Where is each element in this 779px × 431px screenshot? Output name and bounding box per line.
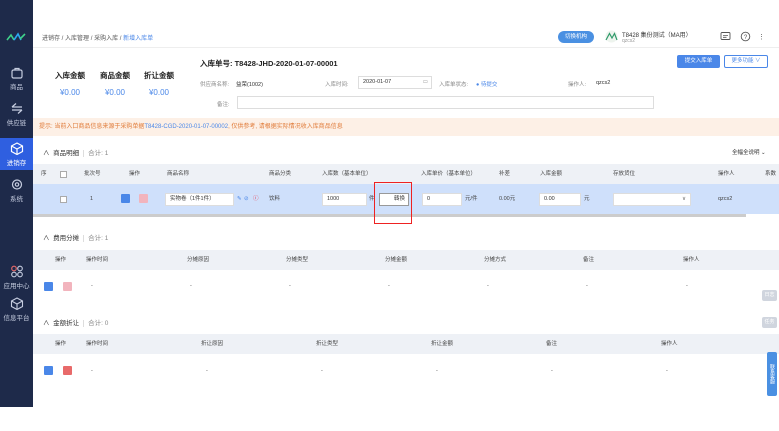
bag-icon (10, 67, 23, 79)
customer-service-button[interactable]: 联系客服 (767, 352, 777, 396)
order-number: 入库单号: T8428-JHD-2020-01-07-00001 (200, 59, 338, 68)
sidebar-item-info-platform[interactable]: 信息平台 (0, 297, 33, 325)
logo-icon (6, 32, 26, 41)
breadcrumb-item[interactable]: 进销存 (42, 36, 60, 42)
goods-section-title[interactable]: ∧ 商品明细 合计: 1 (43, 147, 109, 157)
product-name-input[interactable]: 实物卷（1件1件） (165, 193, 234, 206)
cost-section-title[interactable]: ∧ 费用分摊 合计: 1 (43, 232, 109, 242)
org-user: qzcs2 (622, 38, 636, 44)
quantity-input[interactable]: 1000 (322, 193, 367, 206)
row-checkbox[interactable] (60, 196, 67, 203)
sidebar: 商品 供应链 进销存 系统 应用中心 信息平台 (0, 0, 33, 431)
more-menu-icon[interactable]: ⋮ (758, 33, 765, 41)
add-row-button[interactable] (121, 194, 130, 203)
add-discount-button[interactable] (44, 366, 53, 375)
goods-table-header: 序 批次号 操作 商品名称 商品分类 入库数（基本单位） 入库单价（基本单位） … (33, 164, 779, 184)
location-select[interactable]: ∨ (613, 193, 691, 206)
message-icon[interactable] (720, 31, 731, 42)
supplier-label: 供应商名称: (200, 82, 230, 88)
task-float-button[interactable]: 任务 (762, 317, 777, 328)
link-icon[interactable]: ⊘ (244, 184, 249, 214)
summary-goods-amount: 商品金额 ¥0.00 (100, 71, 130, 97)
sidebar-item-label: 商品 (10, 84, 23, 91)
svg-text:?: ? (744, 35, 748, 41)
chevron-down-icon: ∨ (681, 196, 686, 202)
sidebar-item-goods[interactable]: 商品 (0, 66, 33, 94)
table-row: - - - - - - (33, 360, 779, 382)
org-logo-icon (605, 30, 618, 43)
sidebar-item-label: 供应链 (6, 120, 27, 127)
exchange-icon (11, 103, 22, 114)
box-icon (10, 297, 23, 310)
table-row: - - - - - - - (33, 276, 779, 296)
add-cost-button[interactable] (44, 282, 53, 291)
discount-table-header: 操作 操作时间 折让原因 折让类型 折让金额 备注 操作人 (33, 334, 779, 354)
cost-table-header: 操作 操作时间 分摊原因 分摊类型 分摊金额 分摊方式 备注 操作人 (33, 250, 779, 270)
apps-icon (10, 265, 23, 278)
source-order-link[interactable]: T8428-CGD-2020-01-07-00002 (144, 124, 228, 130)
submit-inbound-button[interactable]: 提交入库单 (677, 55, 720, 68)
more-functions-button[interactable]: 更多功能 ∨ (724, 55, 768, 68)
bottom-area (0, 407, 779, 431)
unit-price-input[interactable]: 0 (422, 193, 462, 206)
summary-discount-amount: 折让金额 ¥0.00 (144, 71, 174, 97)
switch-org-button[interactable]: 切换机构 (558, 31, 594, 43)
delete-row-button[interactable] (139, 194, 148, 203)
notice-bar: 提示: 当前入口商品信息来源于采购单据T8428-CGD-2020-01-07-… (33, 118, 779, 136)
collapse-icon[interactable]: ∧ (43, 320, 50, 327)
help-icon[interactable]: ? (740, 31, 751, 42)
amount-input[interactable]: 0.00 (539, 193, 581, 206)
breadcrumb-item[interactable]: 采购入库 (94, 36, 118, 42)
info-icon[interactable]: ⓘ (253, 184, 259, 214)
select-all-checkbox[interactable] (60, 171, 67, 178)
sidebar-item-inventory[interactable]: 进销存 (0, 138, 33, 170)
operator-value: qzcs2 (596, 80, 611, 86)
delete-cost-button[interactable] (63, 282, 72, 291)
sidebar-item-label: 进销存 (6, 160, 27, 167)
column-settings-link[interactable]: 全幅全说明 ⌄ (732, 148, 766, 156)
gear-icon (11, 179, 22, 190)
calendar-icon: ▭ (422, 79, 428, 85)
delete-discount-button[interactable] (63, 366, 72, 375)
operator-label: 操作人: (568, 82, 587, 88)
sidebar-item-app-center[interactable]: 应用中心 (0, 265, 33, 293)
date-label: 入库时间: (325, 82, 349, 88)
sidebar-item-label: 系统 (10, 196, 23, 203)
sidebar-item-label: 信息平台 (3, 315, 30, 322)
sidebar-item-label: 应用中心 (3, 283, 30, 290)
date-input[interactable]: 2020-01-07 ▭ (358, 76, 432, 89)
breadcrumb: 进销存 / 入库管理 / 采购入库 / 新增入库单 (42, 36, 154, 42)
status-badge: ● 待提交 (476, 82, 498, 88)
status-label: 入库单状态: (439, 82, 469, 88)
remark-input[interactable] (237, 96, 654, 109)
cube-icon (10, 142, 23, 155)
highlight-box (374, 182, 412, 224)
sidebar-item-system[interactable]: 系统 (0, 178, 33, 206)
sidebar-item-supply-chain[interactable]: 供应链 (0, 102, 33, 130)
collapse-icon[interactable]: ∧ (43, 150, 50, 157)
log-float-button[interactable]: 日志 (762, 290, 777, 301)
summary-inbound-amount: 入库金额 ¥0.00 (55, 71, 85, 97)
remark-label: 备注: (217, 102, 230, 108)
supplier-value: 益荣(1002) (236, 82, 263, 88)
discount-section-title[interactable]: ∧ 金额折让 合计: 0 (43, 317, 109, 327)
breadcrumb-item[interactable]: 入库管理 (65, 36, 89, 42)
collapse-icon[interactable]: ∧ (43, 235, 50, 242)
edit-icon[interactable]: ✎ (237, 184, 242, 214)
breadcrumb-current: 新增入库单 (123, 36, 154, 42)
